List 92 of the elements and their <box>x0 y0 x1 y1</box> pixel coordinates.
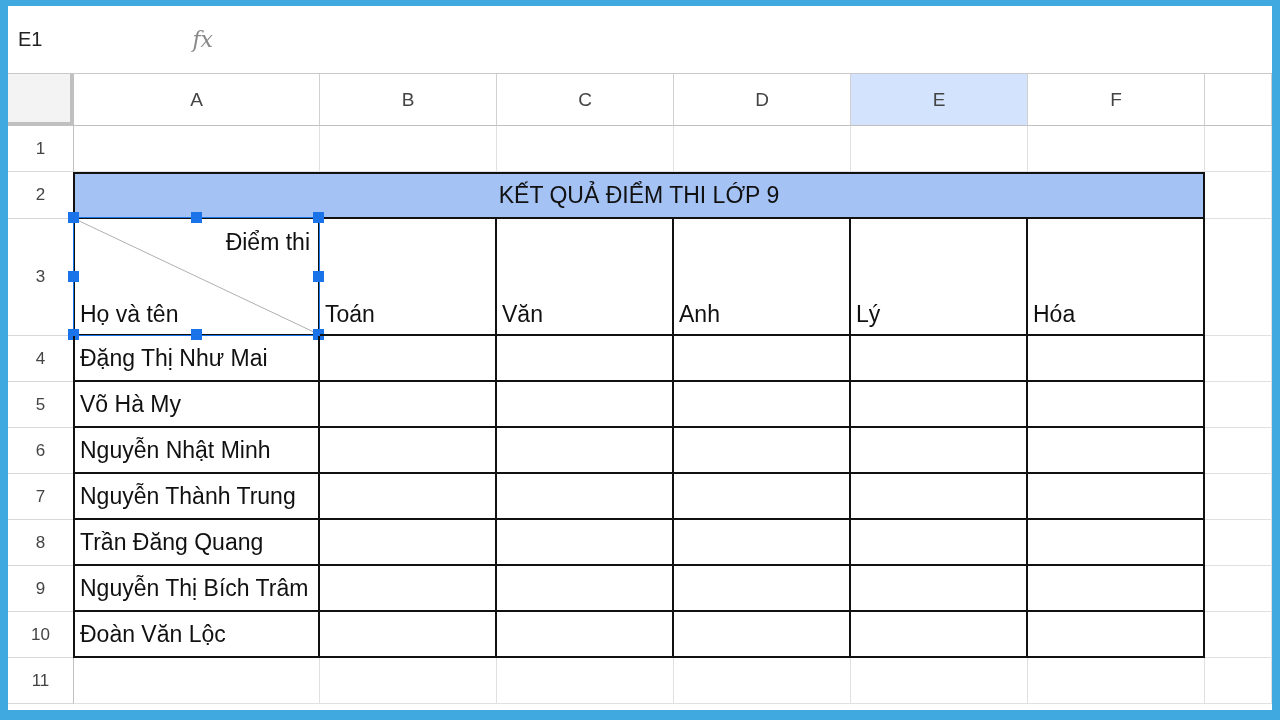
table-cell[interactable] <box>497 520 674 566</box>
table-cell[interactable] <box>320 612 497 658</box>
table-cell: Hóa <box>1028 219 1205 336</box>
row-caption: Họ và tên <box>80 301 179 328</box>
column-header[interactable]: B <box>320 74 497 126</box>
grid-cell[interactable] <box>74 658 320 704</box>
table-cell: Văn <box>497 219 674 336</box>
resize-handle[interactable] <box>313 212 324 223</box>
grid-cell[interactable] <box>1205 126 1272 172</box>
row-header[interactable]: 9 <box>8 566 74 612</box>
resize-handle[interactable] <box>313 270 324 282</box>
resize-handle[interactable] <box>68 329 79 340</box>
grid-cell[interactable] <box>1205 658 1272 704</box>
row-header[interactable]: 5 <box>8 382 74 428</box>
table-cell[interactable] <box>497 428 674 474</box>
table-cell[interactable] <box>1028 612 1205 658</box>
grid-cell[interactable] <box>1205 382 1272 428</box>
resize-handle[interactable] <box>190 329 202 340</box>
grid-cell[interactable] <box>1205 520 1272 566</box>
table-cell: Nguyễn Thị Bích Trâm <box>73 566 320 612</box>
grid-cell[interactable] <box>1028 658 1205 704</box>
table-cell: Lý <box>851 219 1028 336</box>
table-cell[interactable] <box>320 520 497 566</box>
table-cell[interactable] <box>851 382 1028 428</box>
column-header[interactable]: F <box>1028 74 1205 126</box>
resize-handle[interactable] <box>313 329 324 340</box>
row-header[interactable]: 11 <box>8 658 74 704</box>
column-header[interactable]: E <box>851 74 1028 126</box>
table-cell[interactable] <box>1028 428 1205 474</box>
table-cell[interactable] <box>674 428 851 474</box>
column-header[interactable]: A <box>74 74 320 126</box>
grid-cell[interactable] <box>320 658 497 704</box>
table-cell[interactable] <box>1028 336 1205 382</box>
grid-cell[interactable] <box>674 658 851 704</box>
table-title: KẾT QUẢ ĐIỂM THI LỚP 9 <box>73 172 1205 219</box>
table-cell: Đoàn Văn Lộc <box>73 612 320 658</box>
table-cell: Toán <box>320 219 497 336</box>
table-cell[interactable] <box>320 474 497 520</box>
table-cell[interactable] <box>851 566 1028 612</box>
row-header[interactable]: 8 <box>8 520 74 566</box>
table-cell: Võ Hà My <box>73 382 320 428</box>
table-cell[interactable] <box>497 336 674 382</box>
grid-cell[interactable] <box>1205 428 1272 474</box>
table-cell[interactable] <box>497 474 674 520</box>
grid-cell[interactable] <box>1205 219 1272 336</box>
table-cell: Nguyễn Nhật Minh <box>73 428 320 474</box>
table-cell[interactable] <box>320 566 497 612</box>
grid-cell[interactable] <box>851 658 1028 704</box>
table-cell: Anh <box>674 219 851 336</box>
table-cell[interactable] <box>674 382 851 428</box>
grid-cell[interactable] <box>1205 172 1272 219</box>
table-cell[interactable] <box>1028 474 1205 520</box>
row-header[interactable]: 10 <box>8 612 74 658</box>
table-cell[interactable] <box>497 566 674 612</box>
row-header[interactable]: 1 <box>8 126 74 172</box>
table-cell[interactable] <box>674 336 851 382</box>
name-box[interactable]: E1 <box>18 28 43 51</box>
table-cell[interactable] <box>1028 382 1205 428</box>
table-cell[interactable] <box>851 474 1028 520</box>
table-cell[interactable] <box>851 520 1028 566</box>
table-cell[interactable] <box>1028 566 1205 612</box>
grid-cell[interactable] <box>1205 474 1272 520</box>
column-header[interactable]: C <box>497 74 674 126</box>
table-cell: Đặng Thị Như Mai <box>73 336 320 382</box>
resize-handle[interactable] <box>68 270 79 282</box>
table-cell[interactable] <box>320 382 497 428</box>
row-header[interactable]: 7 <box>8 474 74 520</box>
grid-cell[interactable] <box>1205 566 1272 612</box>
grid-cell[interactable] <box>497 658 674 704</box>
row-header[interactable]: 6 <box>8 428 74 474</box>
table-cell[interactable] <box>1028 520 1205 566</box>
table-cell: Nguyễn Thành Trung <box>73 474 320 520</box>
table-cell[interactable] <box>674 566 851 612</box>
grid-cell[interactable] <box>1205 336 1272 382</box>
table-cell[interactable] <box>674 520 851 566</box>
column-caption: Điểm thi <box>225 229 310 256</box>
resize-handle[interactable] <box>190 212 202 223</box>
table-cell[interactable] <box>497 382 674 428</box>
table-cell[interactable] <box>851 428 1028 474</box>
resize-handle[interactable] <box>68 212 79 223</box>
row-header[interactable]: 4 <box>8 336 74 382</box>
formula-icon: fx <box>192 27 214 52</box>
table-cell[interactable] <box>320 336 497 382</box>
table-cell[interactable] <box>674 474 851 520</box>
table-cell[interactable] <box>320 428 497 474</box>
table-cell: Trần Đăng Quang <box>73 520 320 566</box>
column-header[interactable]: D <box>674 74 851 126</box>
table-cell[interactable] <box>674 612 851 658</box>
table-cell[interactable] <box>851 336 1028 382</box>
table-cell[interactable] <box>497 612 674 658</box>
table-cell[interactable] <box>851 612 1028 658</box>
grid-cell[interactable] <box>1205 612 1272 658</box>
